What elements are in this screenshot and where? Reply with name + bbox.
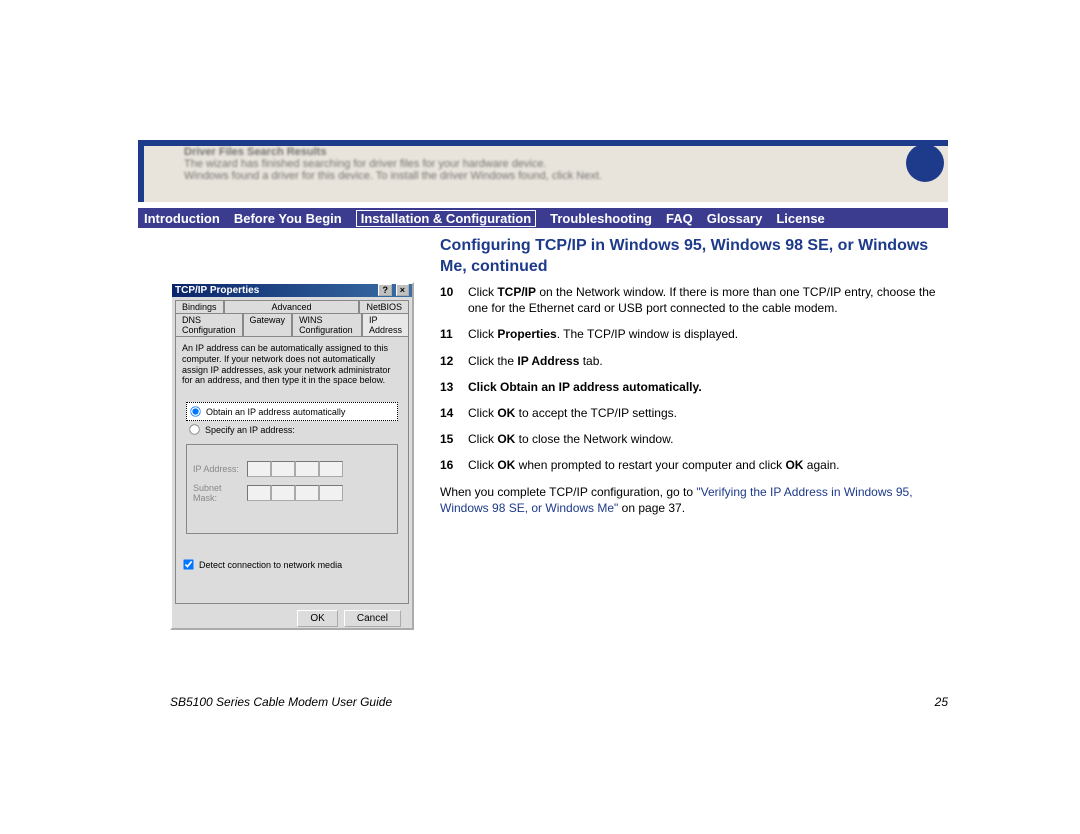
subnet-mask-label: Subnet Mask:: [193, 483, 247, 503]
tab-advanced[interactable]: Advanced: [224, 300, 360, 313]
tab-netbios[interactable]: NetBIOS: [359, 300, 409, 313]
ip-address-label: IP Address:: [193, 464, 247, 474]
tab-dns[interactable]: DNS Configuration: [175, 313, 243, 336]
tab-ip-address[interactable]: IP Address: [362, 313, 409, 336]
step-14: 14Click OK to accept the TCP/IP settings…: [440, 405, 950, 421]
step-12: 12Click the IP Address tab.: [440, 353, 950, 369]
nav-troubleshooting[interactable]: Troubleshooting: [550, 211, 652, 226]
step-text: Click Obtain an IP address automatically…: [468, 379, 950, 395]
radio-specify[interactable]: Specify an IP address:: [186, 421, 398, 438]
dialog-cancel-button[interactable]: Cancel: [344, 610, 401, 627]
step-number: 16: [440, 457, 468, 473]
step-number: 13: [440, 379, 468, 395]
step-number: 15: [440, 431, 468, 447]
dialog-ok-button[interactable]: OK: [297, 610, 337, 627]
detect-label: Detect connection to network media: [199, 560, 342, 570]
step-16: 16Click OK when prompted to restart your…: [440, 457, 950, 473]
nav-installation-configuration[interactable]: Installation & Configuration: [356, 210, 536, 227]
radio-obtain-auto[interactable]: Obtain an IP address automatically: [186, 402, 398, 421]
banner-line-3: Windows found a driver for this device. …: [144, 170, 948, 182]
step-13: 13Click Obtain an IP address automatical…: [440, 379, 950, 395]
completion-paragraph: When you complete TCP/IP configuration, …: [440, 484, 950, 516]
tab-gateway[interactable]: Gateway: [243, 313, 293, 336]
dialog-help-button[interactable]: ?: [378, 284, 392, 296]
dialog-titlebar: TCP/IP Properties ? ×: [172, 284, 412, 297]
step-text: Click OK to close the Network window.: [468, 431, 950, 447]
detect-connection-row[interactable]: Detect connection to network media: [182, 558, 402, 571]
radio-specify-label: Specify an IP address:: [205, 425, 295, 435]
ip-fieldset: IP Address: Subnet Mask:: [186, 444, 398, 534]
step-number: 14: [440, 405, 468, 421]
step-number: 11: [440, 326, 468, 342]
step-10: 10Click TCP/IP on the Network window. If…: [440, 284, 950, 316]
detect-checkbox[interactable]: [183, 559, 193, 569]
step-number: 12: [440, 353, 468, 369]
step-text: Click TCP/IP on the Network window. If t…: [468, 284, 950, 316]
main-nav: Introduction Before You Begin Installati…: [138, 208, 948, 228]
footer-guide-title: SB5100 Series Cable Modem User Guide: [170, 695, 392, 709]
step-11: 11Click Properties. The TCP/IP window is…: [440, 326, 950, 342]
step-text: Click OK when prompted to restart your c…: [468, 457, 950, 473]
step-15: 15Click OK to close the Network window.: [440, 431, 950, 447]
brand-logo-icon: [906, 144, 944, 182]
step-text: Click the IP Address tab.: [468, 353, 950, 369]
nav-glossary[interactable]: Glossary: [707, 211, 763, 226]
radio-specify-input[interactable]: [189, 424, 199, 434]
nav-license[interactable]: License: [776, 211, 824, 226]
instruction-steps: 10Click TCP/IP on the Network window. If…: [440, 284, 950, 516]
completion-suffix: on page 37.: [618, 501, 685, 515]
nav-faq[interactable]: FAQ: [666, 211, 693, 226]
nav-before-you-begin[interactable]: Before You Begin: [234, 211, 342, 226]
dialog-description: An IP address can be automatically assig…: [182, 343, 402, 386]
tab-wins[interactable]: WINS Configuration: [292, 313, 362, 336]
dialog-close-button[interactable]: ×: [396, 284, 409, 296]
dialog-title: TCP/IP Properties: [175, 285, 259, 296]
tcpip-properties-dialog: TCP/IP Properties ? × Bindings Advanced …: [170, 282, 414, 630]
radio-obtain-auto-label: Obtain an IP address automatically: [206, 407, 345, 417]
radio-obtain-auto-input[interactable]: [190, 406, 200, 416]
ip-address-input: [247, 461, 343, 477]
banner-title: Driver Files Search Results: [144, 146, 948, 158]
subnet-mask-input: [247, 485, 343, 501]
banner-line-1: The wizard has finished searching for dr…: [144, 158, 948, 170]
completion-prefix: When you complete TCP/IP configuration, …: [440, 485, 696, 499]
step-number: 10: [440, 284, 468, 316]
footer-page-number: 25: [935, 695, 948, 709]
tab-bindings[interactable]: Bindings: [175, 300, 224, 313]
step-text: Click Properties. The TCP/IP window is d…: [468, 326, 950, 342]
top-wizard-banner: Driver Files Search Results The wizard h…: [138, 140, 948, 202]
section-heading: Configuring TCP/IP in Windows 95, Window…: [440, 236, 950, 278]
nav-introduction[interactable]: Introduction: [144, 211, 220, 226]
step-text: Click OK to accept the TCP/IP settings.: [468, 405, 950, 421]
